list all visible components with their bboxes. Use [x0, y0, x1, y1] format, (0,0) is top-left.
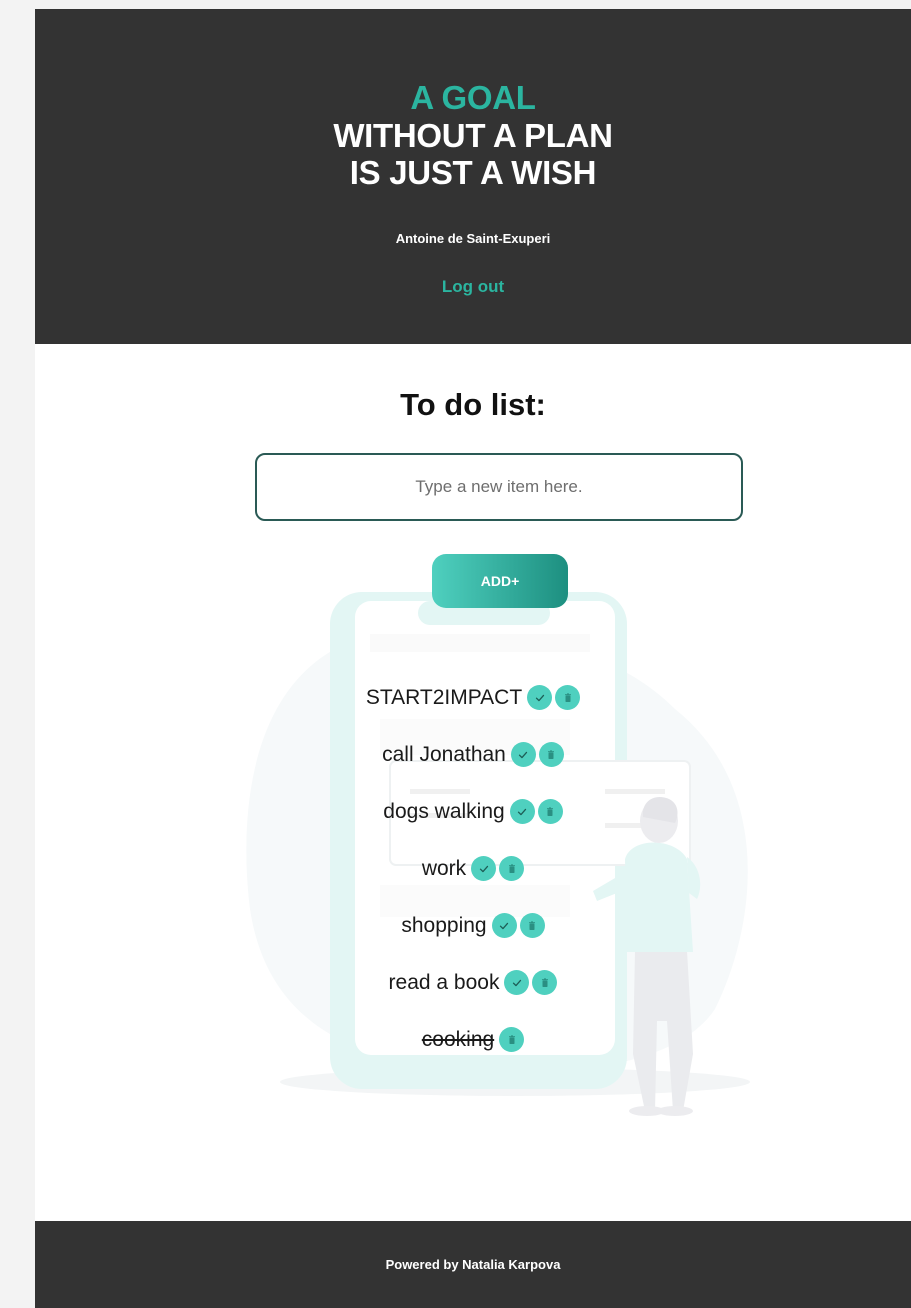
todo-text: work	[421, 856, 467, 880]
add-button[interactable]: ADD+	[432, 554, 568, 608]
todo-item: read a book	[35, 954, 911, 1011]
quote-line-3: IS JUST A WISH	[349, 154, 597, 191]
quote-line-1: A GOAL	[410, 79, 536, 116]
todo-item: START2IMPACT	[35, 669, 911, 726]
todo-text: read a book	[388, 970, 500, 994]
trash-icon[interactable]	[519, 913, 545, 938]
check-icon[interactable]	[509, 799, 535, 824]
new-item-input[interactable]	[255, 453, 743, 521]
check-icon[interactable]	[471, 856, 497, 881]
todo-item: call Jonathan	[35, 726, 911, 783]
footer-credit: Powered by Natalia Karpova	[385, 1257, 561, 1272]
todo-item: dogs walking	[35, 783, 911, 840]
todo-text: shopping	[401, 913, 487, 937]
todo-text: cooking	[421, 1027, 495, 1051]
footer: Powered by Natalia Karpova	[35, 1221, 911, 1308]
todo-text: START2IMPACT	[365, 685, 523, 709]
check-icon[interactable]	[504, 970, 530, 995]
todo-item: shopping	[35, 897, 911, 954]
todo-list: START2IMPACT call Jonathan dogs walking wor…	[35, 669, 911, 1068]
check-icon[interactable]	[510, 742, 536, 767]
page-title: To do list:	[400, 387, 546, 422]
todo-item: cooking	[35, 1011, 911, 1068]
trash-icon[interactable]	[499, 856, 525, 881]
todo-text: dogs walking	[383, 799, 505, 823]
trash-icon[interactable]	[538, 742, 564, 767]
check-icon[interactable]	[491, 913, 517, 938]
trash-icon[interactable]	[555, 685, 581, 710]
todo-text: call Jonathan	[382, 742, 506, 766]
quote-author: Antoine de Saint-Exuperi	[395, 231, 551, 246]
page: A GOAL WITHOUT A PLAN IS JUST A WISH Ant…	[35, 9, 911, 1308]
check-icon[interactable]	[527, 685, 553, 710]
trash-icon[interactable]	[537, 799, 563, 824]
todo-item: work	[35, 840, 911, 897]
trash-icon[interactable]	[499, 1027, 525, 1052]
trash-icon[interactable]	[532, 970, 558, 995]
logout-link[interactable]: Log out	[35, 277, 911, 297]
header: A GOAL WITHOUT A PLAN IS JUST A WISH Ant…	[35, 9, 911, 344]
quote-line-2: WITHOUT A PLAN	[333, 117, 613, 154]
